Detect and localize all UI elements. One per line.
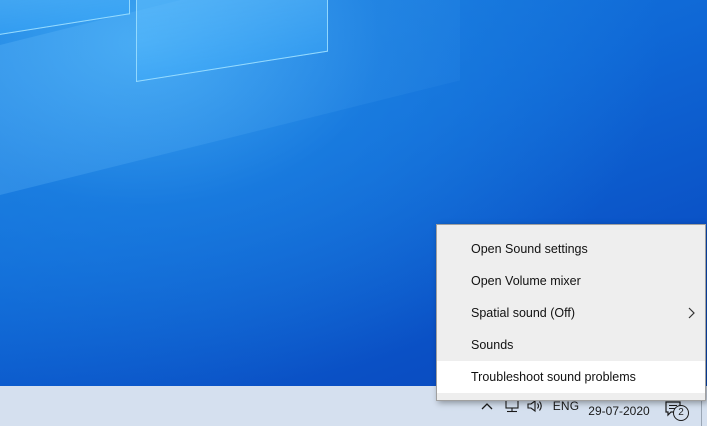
- menu-item-label: Troubleshoot sound problems: [471, 370, 636, 384]
- menu-item-spatial-sound[interactable]: Spatial sound (Off): [437, 297, 705, 329]
- menu-item-label: Sounds: [471, 338, 514, 352]
- menu-item-label: Spatial sound (Off): [471, 306, 575, 320]
- menu-item-troubleshoot-sound-problems[interactable]: Troubleshoot sound problems: [437, 361, 705, 393]
- menu-item-label: Open Sound settings: [471, 242, 588, 256]
- date-display[interactable]: 29-07-2020: [587, 404, 651, 418]
- notification-count-badge: 2: [673, 405, 689, 421]
- menu-item-open-volume-mixer[interactable]: Open Volume mixer: [437, 265, 705, 297]
- chevron-right-icon: [688, 297, 695, 329]
- menu-item-open-sound-settings[interactable]: Open Sound settings: [437, 233, 705, 265]
- menu-item-label: Open Volume mixer: [471, 274, 581, 288]
- menu-item-sounds[interactable]: Sounds: [437, 329, 705, 361]
- sound-context-menu: Open Sound settings Open Volume mixer Sp…: [436, 224, 706, 401]
